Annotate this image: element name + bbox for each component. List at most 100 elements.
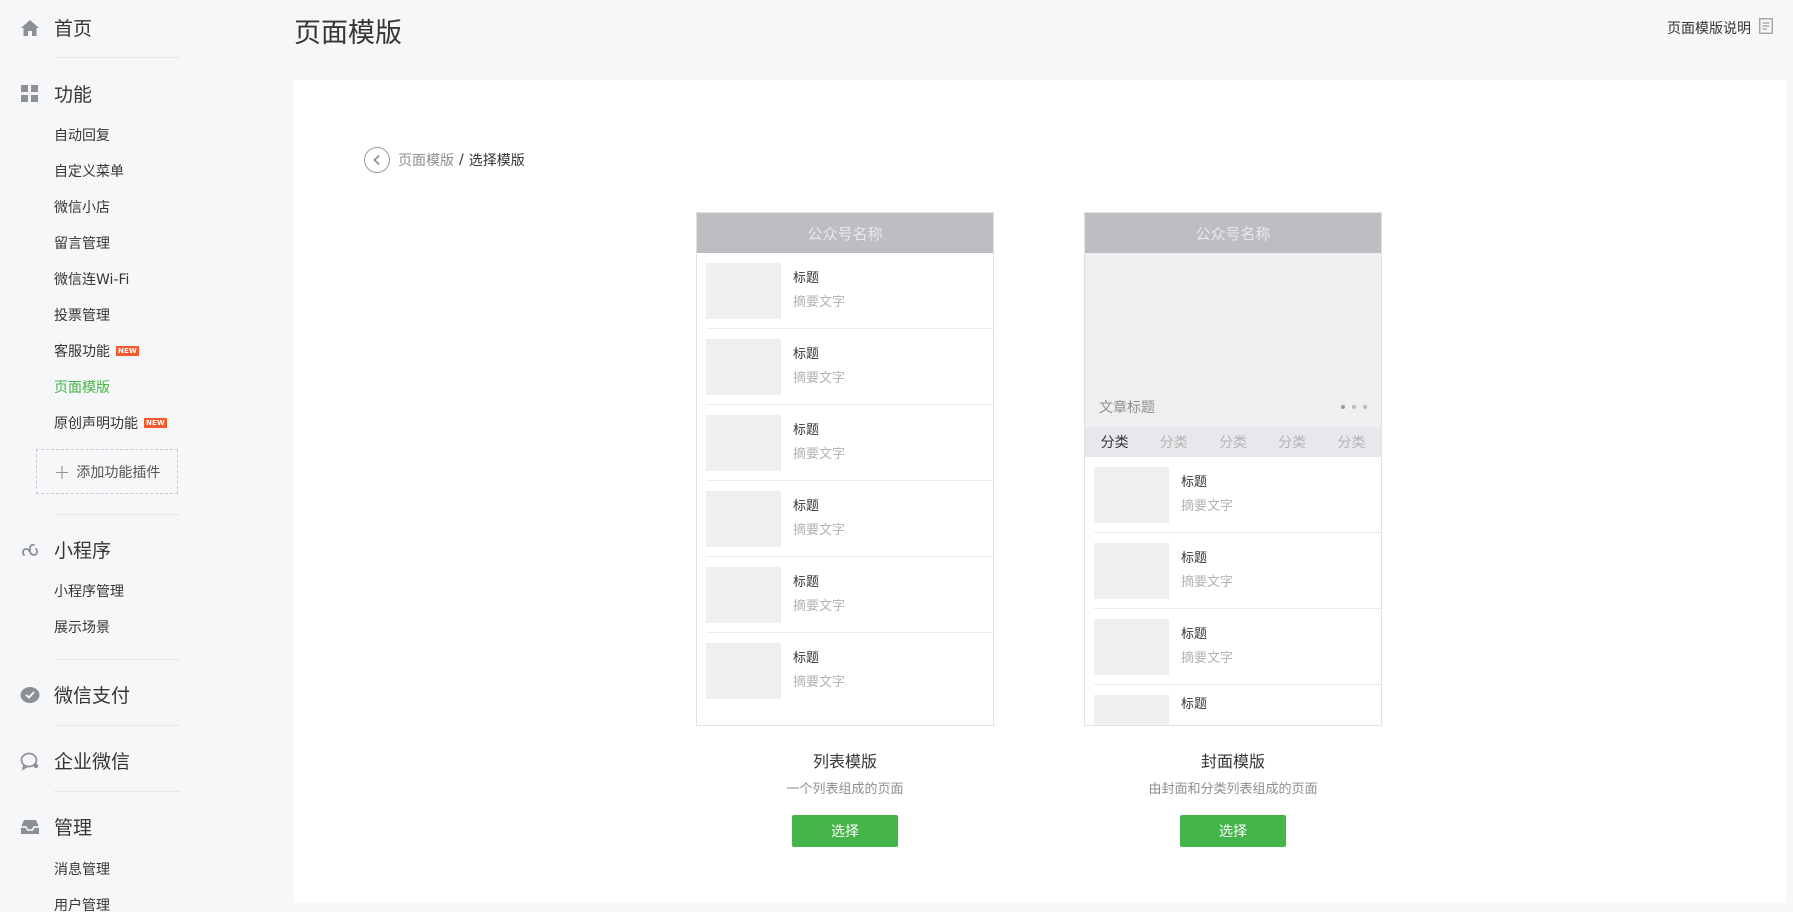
cover-template-card: 公众号名称 文章标题 分类 分类 分类 分类 分类 标题 摘要文字 标题 摘要文字 … [1084,212,1382,847]
list-item: 标题 摘要文字 [706,557,993,633]
divider [54,791,180,792]
item-title: 标题 [1181,550,1208,566]
list-template-preview: 公众号名称 标题 摘要文字 标题 摘要文字 标题 摘要文字 标题 摘要文字 标题 摘要文字… [696,212,994,726]
sidebar-item-auto-reply[interactable]: 自动回复 [54,125,110,145]
sidebar-item-user-manage[interactable]: 用户管理 [54,895,110,912]
sidebar-item-comments[interactable]: 留言管理 [54,233,110,253]
add-plugin-button[interactable]: + 添加功能插件 [36,449,178,494]
item-summary: 摘要文字 [793,370,846,386]
sidebar-item-message-manage[interactable]: 消息管理 [54,859,110,879]
cover-title: 文章标题 [1099,400,1155,416]
nav-manage-label: 管理 [54,817,93,839]
item-summary: 摘要文字 [793,598,846,614]
item-summary: 摘要文字 [793,522,846,538]
sidebar-item-page-template[interactable]: 页面模版 [54,377,110,397]
sidebar-item-label: 页面模版 [54,380,110,396]
template-name: 封面模版 [1200,752,1265,771]
sidebar-item-display-scene[interactable]: 展示场景 [54,617,110,637]
category-tab: 分类 [1337,435,1366,451]
sidebar-item-label: 消息管理 [54,862,110,878]
thumbnail-placeholder [706,566,781,623]
thumbnail-placeholder [1094,695,1169,725]
select-list-template-button[interactable]: 选择 [792,815,898,847]
item-title: 标题 [793,270,820,286]
sidebar-item-label: 自定义菜单 [54,164,124,180]
category-tabs: 分类 分类 分类 分类 分类 [1085,427,1381,457]
sidebar-item-label: 微信连Wi-Fi [54,272,130,288]
chevron-left-icon [373,154,380,166]
divider [54,514,180,515]
sidebar-item-label: 微信小店 [54,200,110,216]
nav-features-label: 功能 [54,84,93,106]
thumbnail-placeholder [1094,542,1169,599]
carousel-dots [1341,405,1367,409]
item-summary: 摘要文字 [793,294,846,310]
add-plugin-label: 添加功能插件 [76,464,161,481]
sidebar-item-customer-service[interactable]: 客服功能 NEW [54,341,139,361]
preview-account-name: 公众号名称 [1085,213,1381,253]
nav-home[interactable]: 首页 [20,14,92,41]
category-tab: 分类 [1159,435,1188,451]
item-title: 标题 [793,651,820,666]
sidebar-item-wechat-store[interactable]: 微信小店 [54,197,110,217]
category-tab: 分类 [1278,435,1307,451]
nav-work-wechat[interactable]: 企业微信 [20,747,130,774]
sidebar-item-wifi[interactable]: 微信连Wi-Fi [54,269,129,289]
item-title: 标题 [793,498,820,514]
sidebar-item-label: 展示场景 [54,620,110,636]
sidebar-item-voting[interactable]: 投票管理 [54,305,110,325]
item-title: 标题 [1181,474,1208,490]
sidebar-item-original-declaration[interactable]: 原创声明功能 NEW [54,413,167,433]
nav-features[interactable]: 功能 [20,80,92,107]
new-badge: NEW [116,346,139,356]
list-item: 标题 摘要文字 [1094,457,1381,533]
sidebar-item-miniprogram-manage[interactable]: 小程序管理 [54,581,124,601]
list-item: 标题 摘要文字 [706,329,993,405]
document-icon [1759,18,1773,38]
breadcrumb-current: 选择模版 [468,153,525,169]
category-tab: 分类 [1218,435,1247,451]
new-badge: NEW [144,418,167,428]
sidebar-item-label: 用户管理 [54,898,110,912]
cover-template-preview: 公众号名称 文章标题 分类 分类 分类 分类 分类 标题 摘要文字 标题 摘要文字 … [1084,212,1382,726]
template-help-link[interactable]: 页面模版说明 [1667,18,1773,38]
thumbnail-placeholder [1094,618,1169,675]
item-summary: 摘要文字 [793,675,846,690]
nav-miniprogram[interactable]: 小程序 [20,536,111,563]
divider [54,725,180,726]
help-label: 页面模版说明 [1667,21,1751,37]
chat-icon [20,751,40,771]
sidebar-item-label: 投票管理 [54,308,110,324]
sidebar-item-custom-menu[interactable]: 自定义菜单 [54,161,124,181]
list-item: 标题 摘要文字 [1094,609,1381,685]
nav-home-label: 首页 [54,18,93,40]
list-template-card: 公众号名称 标题 摘要文字 标题 摘要文字 标题 摘要文字 标题 摘要文字 标题 摘要文字… [696,212,994,847]
back-button[interactable] [364,147,390,173]
item-summary: 摘要文字 [1181,574,1234,590]
item-summary: 摘要文字 [1181,650,1234,666]
breadcrumb: 页面模版 / 选择模版 [364,147,525,173]
nav-pay-label: 微信支付 [54,685,131,707]
plus-icon: + [53,459,71,484]
cover-image-placeholder: 文章标题 [1085,253,1381,427]
sidebar-item-label: 客服功能 [54,344,110,360]
grid-icon [20,84,40,104]
nav-work-wechat-label: 企业微信 [54,751,131,773]
sidebar-item-label: 原创声明功能 [54,416,138,432]
sidebar-item-label: 小程序管理 [54,584,124,600]
miniprogram-icon [20,540,40,560]
nav-miniprogram-label: 小程序 [54,540,112,562]
sidebar: 首页 功能 自动回复 自定义菜单 微信小店 留言管理 微信连Wi-Fi 投票管理… [0,0,200,912]
item-title: 标题 [793,346,820,362]
nav-manage[interactable]: 管理 [20,813,92,840]
home-icon [20,18,40,38]
item-title: 标题 [793,422,820,438]
list-item: 标题 摘要文字 [706,253,993,329]
preview-account-name: 公众号名称 [697,213,993,253]
list-item: 标题 摘要文字 [706,481,993,557]
breadcrumb-parent-link[interactable]: 页面模版 [398,150,454,170]
nav-pay[interactable]: 微信支付 [20,681,130,708]
select-cover-template-button[interactable]: 选择 [1180,815,1286,847]
item-summary: 摘要文字 [1181,498,1234,514]
divider [54,57,180,58]
